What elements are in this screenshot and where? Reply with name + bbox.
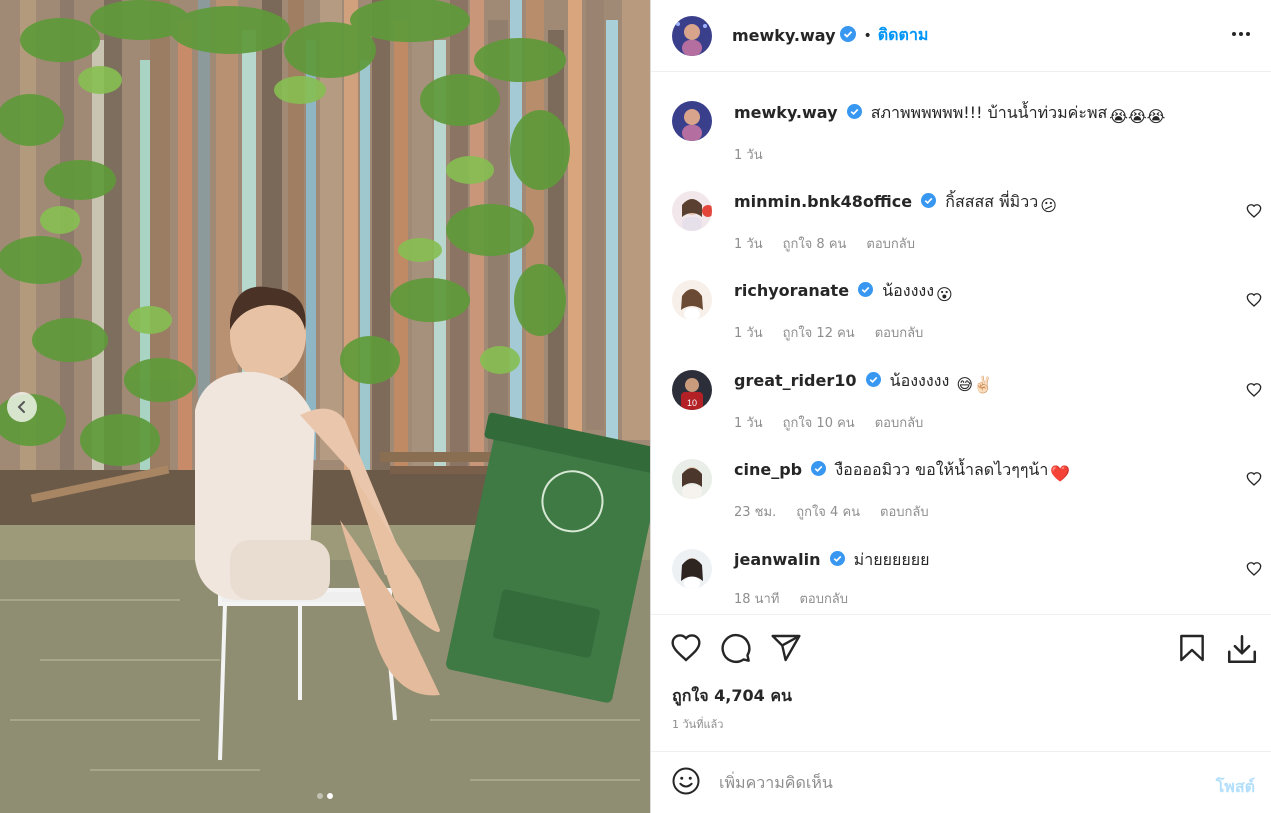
caption-time[interactable]: 1 วัน <box>734 144 763 165</box>
share-paper-plane-icon[interactable] <box>770 632 802 668</box>
comment-input[interactable] <box>719 767 1189 798</box>
comment-meta: 1 วัน ถูกใจ 8 คน ตอบกลับ <box>734 233 1234 254</box>
comment-time[interactable]: 1 วัน <box>734 322 763 343</box>
comment-username[interactable]: jeanwalin <box>734 550 820 569</box>
comment-emoji: ❤️ <box>1050 464 1071 483</box>
commenter-avatar[interactable] <box>672 280 712 320</box>
reply-button[interactable]: ตอบกลับ <box>880 501 929 522</box>
comment-like-heart-icon[interactable] <box>1246 561 1262 581</box>
verified-badge-icon <box>839 25 856 46</box>
comment-time[interactable]: 1 วัน <box>734 233 763 254</box>
comment-time[interactable]: 23 ชม. <box>734 501 776 522</box>
chevron-left-icon <box>17 401 25 413</box>
header-separator: • <box>863 27 872 44</box>
comment-likes[interactable]: ถูกใจ 4 คน <box>796 501 860 522</box>
post-comment-button[interactable]: โพสต์ <box>1216 775 1255 800</box>
caption-text: สภาพพพพพพ!!! บ้านน้ำท่วมค่ะพส <box>870 103 1108 122</box>
carousel-prev-button[interactable] <box>7 392 37 422</box>
comment-text: น้องงงง <box>882 281 935 300</box>
comment-username[interactable]: cine_pb <box>734 460 802 479</box>
author-username[interactable]: mewky.way <box>732 26 836 45</box>
verified-badge-icon <box>846 103 862 125</box>
comments-list[interactable]: mewky.way สภาพพพพพพ!!! บ้านน้ำท่วมค่ะพส 😭… <box>651 73 1271 613</box>
verified-badge-icon <box>858 281 874 303</box>
carousel-indicator <box>0 793 650 799</box>
commenter-avatar[interactable] <box>672 549 712 589</box>
comment-row: richyoranate น้องงงง 😮 1 วัน ถูกใจ 12 คน … <box>672 280 1262 343</box>
post-actions: ถูกใจ 4,704 คน 1 วันที่แล้ว <box>651 614 1271 750</box>
comment-like-heart-icon[interactable] <box>1246 292 1262 312</box>
post-header: mewky.way • ติดตาม <box>651 0 1271 72</box>
carousel-dot-active <box>327 793 333 799</box>
caption-username[interactable]: mewky.way <box>734 103 838 122</box>
comment-meta: 18 นาที ตอบกลับ <box>734 588 1234 609</box>
verified-badge-icon <box>811 460 827 482</box>
carousel-dot <box>317 793 323 799</box>
comment-time[interactable]: 1 วัน <box>734 412 763 433</box>
verified-badge-icon <box>865 371 881 393</box>
reply-button[interactable]: ตอบกลับ <box>866 233 915 254</box>
comment-bubble-icon[interactable] <box>720 632 752 668</box>
comment-text: น้องงงงง <box>889 371 950 390</box>
comment-likes[interactable]: ถูกใจ 8 คน <box>783 233 847 254</box>
comment-emoji: 😅✌🏻 <box>956 375 993 394</box>
like-heart-icon[interactable] <box>670 632 702 668</box>
post-details-panel: mewky.way • ติดตาม mewky.way สภาพพพพพพ!!… <box>650 0 1271 813</box>
commenter-avatar[interactable] <box>672 459 712 499</box>
caption-row: mewky.way สภาพพพพพพ!!! บ้านน้ำท่วมค่ะพส 😭… <box>672 101 1262 165</box>
comment-emoji: 😕 <box>1040 196 1057 215</box>
reply-button[interactable]: ตอบกลับ <box>799 588 848 609</box>
comment-meta: 1 วัน ถูกใจ 10 คน ตอบกลับ <box>734 412 1234 433</box>
emoji-smiley-icon[interactable] <box>671 766 701 800</box>
comment-row: jeanwalin ม่ายยยยยย 18 นาที ตอบกลับ <box>672 549 1262 609</box>
post-timestamp[interactable]: 1 วันที่แล้ว <box>672 715 723 733</box>
caption-emoji: 😭😭😭 <box>1109 107 1166 126</box>
verified-badge-icon <box>829 550 845 572</box>
comment-username[interactable]: richyoranate <box>734 281 849 300</box>
comment-like-heart-icon[interactable] <box>1246 471 1262 491</box>
comment-text: กิ้สสสส พี่มิวว <box>945 192 1039 211</box>
author-avatar[interactable] <box>672 15 712 56</box>
verified-badge-icon <box>921 192 937 214</box>
likes-count[interactable]: ถูกใจ 4,704 คน <box>672 684 792 709</box>
comment-text: ม่ายยยยยย <box>853 550 930 569</box>
caption-avatar[interactable] <box>672 101 712 141</box>
comment-meta: 1 วัน ถูกใจ 12 คน ตอบกลับ <box>734 322 1234 343</box>
reply-button[interactable]: ตอบกลับ <box>875 412 924 433</box>
comment-username[interactable]: minmin.bnk48office <box>734 192 912 211</box>
comment-meta: 23 ชม. ถูกใจ 4 คน ตอบกลับ <box>734 501 1234 522</box>
comment-like-heart-icon[interactable] <box>1246 203 1262 223</box>
comment-time[interactable]: 18 นาที <box>734 588 779 609</box>
comment-likes[interactable]: ถูกใจ 12 คน <box>783 322 855 343</box>
commenter-avatar[interactable]: 10 <box>672 370 712 410</box>
comment-text: งืออออมิวว ขอให้น้ำลดไวๆๆน้า <box>835 460 1049 479</box>
comment-row: 10 great_rider10 น้องงงงง 😅✌🏻 1 วัน ถูกใ… <box>672 370 1262 433</box>
follow-button[interactable]: ติดตาม <box>878 23 929 48</box>
download-icon[interactable] <box>1225 632 1259 670</box>
comment-username[interactable]: great_rider10 <box>734 371 856 390</box>
comment-emoji: 😮 <box>936 285 953 304</box>
comment-like-heart-icon[interactable] <box>1246 382 1262 402</box>
caption-meta: 1 วัน <box>734 144 1234 165</box>
comment-row: minmin.bnk48office กิ้สสสส พี่มิวว 😕 1 วั… <box>672 191 1262 254</box>
svg-text:10: 10 <box>687 398 697 408</box>
comment-row: cine_pb งืออออมิวว ขอให้น้ำลดไวๆๆน้า ❤️ 2… <box>672 459 1262 522</box>
add-comment-bar: โพสต์ <box>651 751 1271 813</box>
save-bookmark-icon[interactable] <box>1176 632 1208 668</box>
flood-photo-image <box>0 0 650 813</box>
comment-likes[interactable]: ถูกใจ 10 คน <box>783 412 855 433</box>
more-options-icon[interactable] <box>1231 24 1251 48</box>
post-photo[interactable] <box>0 0 650 813</box>
reply-button[interactable]: ตอบกลับ <box>875 322 924 343</box>
commenter-avatar[interactable] <box>672 191 712 231</box>
